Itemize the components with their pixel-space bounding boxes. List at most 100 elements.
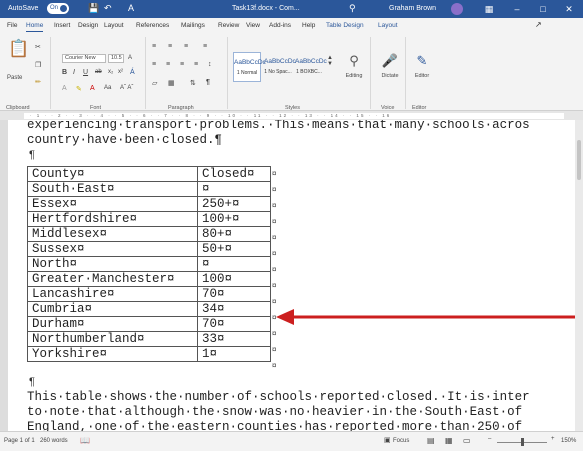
ribbon-display-icon[interactable]: ▦ [479, 2, 499, 16]
styles-scroll-icon[interactable]: ▲ ▼ [327, 55, 333, 67]
cut-icon[interactable]: ✂ [35, 43, 41, 51]
editing-button[interactable]: ⚲ Editing [342, 53, 366, 79]
save-icon[interactable]: 💾 [88, 3, 99, 14]
tab-layout[interactable]: Layout [104, 22, 124, 29]
search-icon[interactable]: ⚲ [349, 3, 356, 14]
indent-icon[interactable]: ≡ [203, 43, 207, 50]
share-icon[interactable]: ↗ [535, 20, 542, 29]
focus-icon[interactable]: ▣ [384, 436, 391, 444]
font-size-box[interactable]: 10.5 [108, 54, 124, 63]
highlight-icon[interactable]: ✎ [76, 85, 82, 93]
align-center-icon[interactable]: ≡ [166, 61, 170, 68]
autosave-label: AutoSave [8, 5, 39, 12]
tab-help[interactable]: Help [302, 22, 315, 29]
style-preview: AaBbCcDc [264, 58, 296, 65]
strikethrough-icon[interactable]: ab [95, 69, 102, 75]
redo-icon[interactable]: A [128, 3, 134, 14]
sort-icon[interactable]: ⇅ [190, 79, 196, 87]
style-preview: AaBbCcDc [295, 58, 327, 65]
tab-insert[interactable]: Insert [54, 22, 70, 29]
change-case-icon[interactable]: Aa [104, 85, 111, 91]
user-name[interactable]: Graham Brown [389, 5, 436, 12]
ruler-numbers: · 1 · · 2 · · 3 · · 4 · · 5 · · 6 · · 7 … [30, 113, 392, 118]
align-right-icon[interactable]: ≡ [180, 61, 184, 68]
minimize-button[interactable]: – [507, 2, 527, 16]
underline-icon[interactable]: U [83, 69, 88, 76]
page-count[interactable]: Page 1 of 1 [4, 438, 35, 444]
text-effects-icon[interactable]: Á [130, 69, 135, 76]
web-layout-icon[interactable]: ▭ [463, 436, 471, 445]
status-bar: Page 1 of 1 260 words 📖 ▣ Focus ▤ ▦ ▭ – … [0, 431, 583, 451]
tab-file[interactable]: File [7, 22, 17, 29]
word-count[interactable]: 260 words [40, 438, 68, 444]
font-size-grow-icon[interactable]: Aˆ Aˇ [120, 85, 133, 91]
undo-icon[interactable]: ↶ [104, 3, 112, 14]
numbering-icon[interactable]: ≡ [168, 43, 172, 50]
group-divider [50, 37, 51, 109]
read-mode-icon[interactable]: ▤ [427, 436, 435, 445]
justify-icon[interactable]: ≡ [194, 61, 198, 68]
autosave-toggle-label: On [50, 5, 59, 11]
paste-label[interactable]: Paste [7, 75, 22, 81]
grow-font-icon[interactable]: A [128, 55, 132, 61]
tab-addins[interactable]: Add-ins [269, 22, 291, 29]
toggle-knob [60, 5, 67, 12]
document-title: Task13f.docx - Com... [232, 5, 300, 12]
format-painter-icon[interactable]: ✏ [35, 78, 41, 86]
tab-references[interactable]: References [136, 22, 169, 29]
copy-icon[interactable]: ❐ [35, 61, 41, 69]
tab-review[interactable]: Review [218, 22, 239, 29]
font-color-icon[interactable]: A [90, 85, 95, 92]
shading-icon[interactable]: ▱ [152, 79, 157, 87]
tab-table-layout[interactable]: Layout [378, 22, 398, 29]
style-label: 1 BOXBC... [296, 69, 322, 75]
font-name-box[interactable]: Courier New [62, 54, 106, 63]
proofing-icon[interactable]: 📖 [80, 436, 90, 445]
editor-label: Editor [414, 73, 430, 79]
tab-design[interactable]: Design [78, 22, 98, 29]
group-label-font: Font [90, 105, 102, 111]
autosave-toggle[interactable]: On [47, 3, 69, 14]
multilevel-list-icon[interactable]: ≡ [184, 43, 188, 50]
document-page[interactable]: experiencing·transport·problems.·This·me… [8, 120, 575, 431]
editor-button[interactable]: ✎ Editor [410, 53, 434, 79]
group-divider [227, 37, 228, 109]
zoom-slider-knob[interactable] [521, 438, 524, 446]
annotation-arrow [276, 309, 575, 325]
show-formatting-icon[interactable]: ¶ [206, 79, 210, 86]
tab-table-design[interactable]: Table Design [326, 22, 364, 29]
dictate-label: Dictate [381, 73, 399, 79]
text-effects-dropdown-icon[interactable]: A [62, 85, 67, 92]
borders-icon[interactable]: ▦ [168, 79, 175, 87]
zoom-in-icon[interactable]: + [551, 436, 555, 442]
style-preview: AaBbCcDc [234, 59, 266, 66]
style-boxbc[interactable]: AaBbCcDc 1 BOXBC... [295, 52, 327, 82]
bold-icon[interactable]: B [62, 69, 67, 76]
close-button[interactable]: ✕ [559, 2, 579, 16]
maximize-button[interactable]: □ [533, 2, 553, 16]
tab-mailings[interactable]: Mailings [181, 22, 205, 29]
line-spacing-icon[interactable]: ↕ [208, 61, 212, 68]
tab-home[interactable]: Home [26, 22, 44, 32]
avatar[interactable] [451, 3, 463, 15]
arrow-head [276, 309, 294, 325]
subscript-icon[interactable]: x₂ [108, 69, 113, 75]
print-layout-icon[interactable]: ▦ [445, 436, 453, 445]
zoom-out-icon[interactable]: – [488, 436, 491, 442]
scrollbar-thumb[interactable] [577, 140, 581, 180]
align-left-icon[interactable]: ≡ [152, 61, 156, 68]
tab-view[interactable]: View [246, 22, 260, 29]
paste-icon[interactable]: 📋 [8, 39, 29, 59]
group-label-paragraph: Paragraph [168, 105, 194, 111]
italic-icon[interactable]: I [73, 69, 75, 76]
vertical-scrollbar[interactable] [575, 120, 583, 431]
group-label-clipboard: Clipboard [6, 105, 30, 111]
bullets-icon[interactable]: ≡ [152, 43, 156, 50]
zoom-level[interactable]: 150% [561, 438, 576, 444]
style-normal[interactable]: AaBbCcDc 1 Normal [233, 52, 266, 82]
style-no-spacing[interactable]: AaBbCcDc 1 No Spac... [264, 52, 296, 82]
superscript-icon[interactable]: x² [118, 69, 123, 75]
focus-label[interactable]: Focus [393, 438, 409, 444]
dictate-button[interactable]: 🎤 Dictate [378, 53, 402, 79]
horizontal-ruler[interactable]: · 1 · · 2 · · 3 · · 4 · · 5 · · 6 · · 7 … [0, 112, 583, 120]
